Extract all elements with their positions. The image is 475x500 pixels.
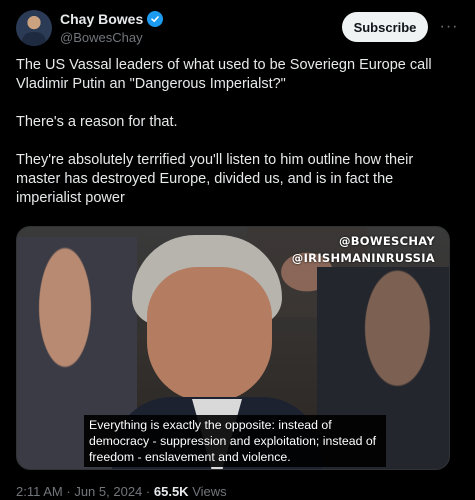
author-name-row: Chay Bowes (60, 11, 164, 27)
tweet-date[interactable]: Jun 5, 2024 (74, 484, 142, 499)
watermark-line-1: @BOWESCHAY (338, 234, 435, 248)
views-count: 65.5K (153, 484, 189, 499)
views-label: Views (192, 484, 227, 499)
watermark-line-2: @IRISHMANINRUSSIA (291, 251, 435, 265)
author-handle[interactable]: @BowesChay (60, 30, 143, 45)
avatar[interactable] (16, 10, 52, 46)
author-name[interactable]: Chay Bowes (60, 11, 143, 27)
video-subtitle: Everything is exactly the opposite: inst… (84, 415, 386, 467)
tweet-text: The US Vassal leaders of what used to be… (16, 56, 456, 227)
subscribe-button[interactable]: Subscribe (342, 12, 428, 42)
subject-face (147, 267, 272, 402)
video-watermark: @BOWESCHAY @IRISHMANINRUSSIA (292, 233, 435, 267)
tweet-header: Chay Bowes @BowesChay Subscribe ··· (16, 8, 459, 48)
tweet-meta: 2:11 AM · Jun 5, 2024 · 65.5K Views (16, 484, 227, 499)
tweet-time[interactable]: 2:11 AM (16, 484, 63, 499)
more-icon[interactable]: ··· (436, 14, 462, 40)
video-player[interactable]: @BOWESCHAY @IRISHMANINRUSSIA Everything … (16, 226, 450, 470)
tweet-paragraph-3: They're absolutely terrified you'll list… (16, 152, 414, 206)
meta-separator-1: · (66, 484, 71, 499)
verified-badge-icon (147, 11, 164, 27)
tweet-paragraph-1: The US Vassal leaders of what used to be… (16, 57, 432, 92)
meta-separator-2: · (145, 484, 151, 499)
tweet-paragraph-2: There's a reason for that. (16, 114, 178, 130)
avatar-suit (22, 32, 46, 46)
